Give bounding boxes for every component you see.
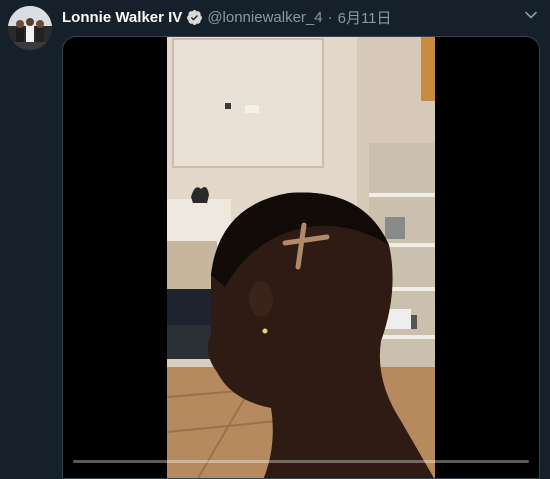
separator-dot: · [327,8,333,26]
video-frame [167,37,435,478]
display-name[interactable]: Lonnie Walker IV [62,9,182,26]
handle[interactable]: @lonniewalker_4 [207,9,322,26]
video-still [167,37,435,478]
avatar[interactable] [8,6,52,50]
chevron-down-icon[interactable] [524,8,538,22]
video-player[interactable] [62,36,540,479]
tweet-header: Lonnie Walker IV @lonniewalker_4 · 6月11日 [62,7,538,27]
verified-badge-icon [187,9,203,25]
avatar-photo [8,6,52,50]
video-progress-bar[interactable] [73,460,529,463]
tweet-date[interactable]: 6月11日 [338,7,392,28]
